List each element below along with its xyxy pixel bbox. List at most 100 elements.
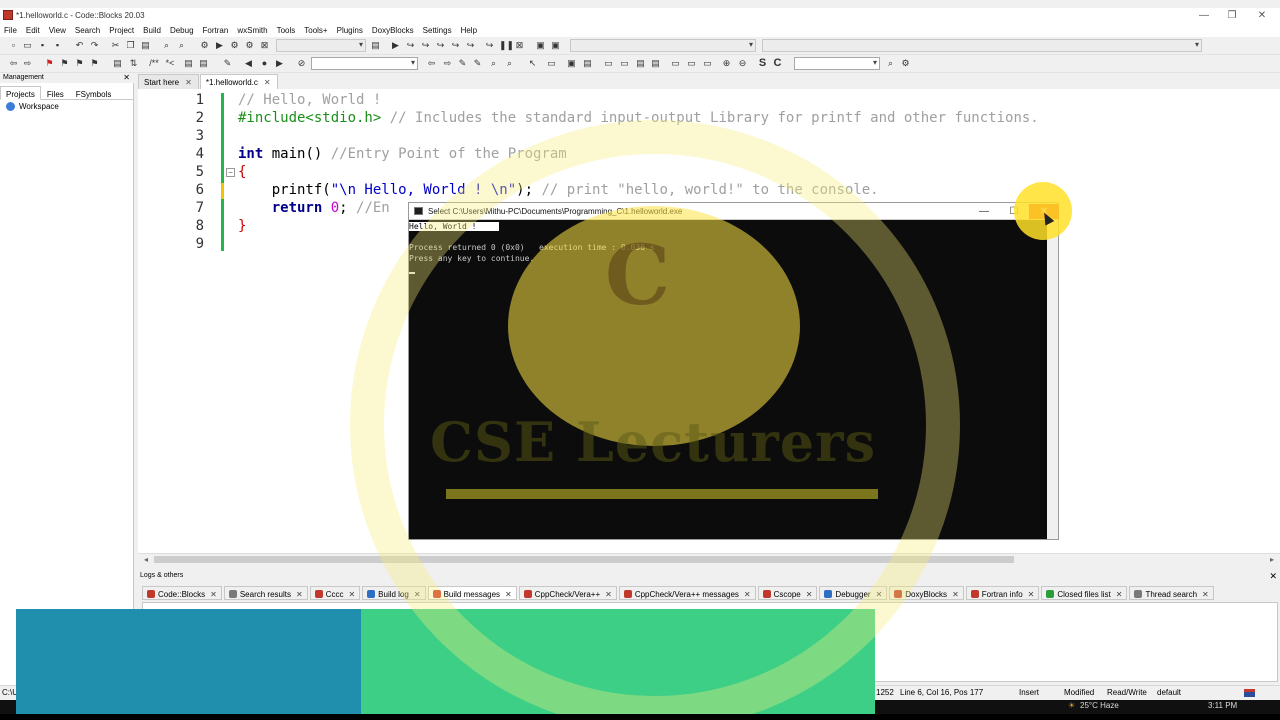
rect-tool-icon[interactable]: ▭ [546,58,557,69]
dot-icon[interactable]: ✎ [222,58,233,69]
rebuild-icon[interactable]: ⚙ [244,40,255,51]
symbol-search-combo[interactable] [311,57,418,70]
tab-close-icon[interactable]: ✕ [1202,590,1209,599]
code-completion-scope-combo[interactable] [570,39,756,52]
zoom-combo[interactable] [794,57,880,70]
step-into-instruction-icon[interactable]: ↪ [484,40,495,51]
menu-wxsmith[interactable]: wxSmith [237,26,267,35]
bookmark-prev-icon[interactable]: ⚑ [59,58,70,69]
tab-close-icon[interactable]: ✕ [348,590,355,599]
next-instruction-icon[interactable]: ↪ [465,40,476,51]
tab-start-here[interactable]: Start here ✕ [138,74,199,89]
pause-icon[interactable]: ❚❚ [499,40,514,51]
prev-bookmark-icon[interactable]: ◀ [243,58,254,69]
log-tab-codeblocks[interactable]: Code::Blocks ✕ [142,586,222,600]
log-tab-cccc[interactable]: Cccc ✕ [309,586,361,600]
c-button[interactable]: C [772,58,783,69]
doxy-extract-icon[interactable]: ▤ [198,58,209,69]
tab-close-icon[interactable]: ✕ [1028,590,1035,599]
back-icon[interactable]: ⇦ [8,58,19,69]
save-icon[interactable]: ▪ [37,40,48,51]
search-icon[interactable]: ⌕ [885,58,896,69]
zoom-in-icon[interactable]: ⊕ [721,58,732,69]
tab-close-icon[interactable]: ✕ [210,590,217,599]
menu-settings[interactable]: Settings [423,26,452,35]
layout-3-icon[interactable]: ▤ [635,58,646,69]
jump-back-icon[interactable]: ▤ [112,58,123,69]
jump-forward-icon[interactable]: ⇅ [128,58,139,69]
record-icon[interactable]: ● [259,58,270,69]
menu-project[interactable]: Project [109,26,134,35]
code-completion-function-combo[interactable] [762,39,1202,52]
menu-fortran[interactable]: Fortran [203,26,229,35]
menu-view[interactable]: View [49,26,66,35]
scroll-left-icon[interactable]: ◂ [144,554,148,565]
comment-block-button[interactable]: /** [147,58,161,69]
menu-search[interactable]: Search [75,26,100,35]
layout-2-icon[interactable]: ▭ [619,58,630,69]
build-run-icon[interactable]: ⚙ [229,40,240,51]
console-scrollbar[interactable] [1047,220,1058,539]
play-macro-icon[interactable]: ▶ [274,58,285,69]
undo-icon[interactable]: ↶ [74,40,85,51]
tab-close-icon[interactable]: ✕ [296,590,303,599]
step-out-icon[interactable]: ↪ [450,40,461,51]
doxy-config-icon[interactable]: ▤ [183,58,194,69]
cut-icon[interactable]: ✂ [110,40,121,51]
tab-close-icon[interactable]: ✕ [952,590,959,599]
menu-tools[interactable]: Tools [277,26,296,35]
workspace-node[interactable]: Workspace [6,102,59,111]
zoom-out-icon[interactable]: ⊖ [737,58,748,69]
list-tool-icon[interactable]: ▤ [582,58,593,69]
run-icon[interactable]: ▶ [214,40,225,51]
step-into-icon[interactable]: ↪ [435,40,446,51]
bookmark-next-icon[interactable]: ⚑ [74,58,85,69]
copy-icon[interactable]: ❐ [125,40,136,51]
build-icon[interactable]: ⚙ [199,40,210,51]
show-target-icon[interactable]: ▤ [370,40,381,51]
maximize-button[interactable]: ❐ [1220,9,1244,23]
log-tab-closed-files[interactable]: Closed files list ✕ [1041,586,1128,600]
menu-tools-plus[interactable]: Tools+ [304,26,327,35]
log-tab-search-results[interactable]: Search results ✕ [223,586,308,600]
find-prev-icon[interactable]: ⇦ [426,58,437,69]
tab-close-icon[interactable]: ✕ [1116,590,1123,599]
open-icon[interactable]: ▭ [22,40,33,51]
match-case-icon[interactable]: ⌕ [504,58,515,69]
menu-debug[interactable]: Debug [170,26,194,35]
redo-icon[interactable]: ↷ [89,40,100,51]
layout-1-icon[interactable]: ▭ [603,58,614,69]
layout-6-icon[interactable]: ▭ [686,58,697,69]
close-button[interactable]: ✕ [1250,9,1274,23]
menu-doxyblocks[interactable]: DoxyBlocks [372,26,414,35]
symbol-search-icon[interactable]: ⊘ [296,58,307,69]
settings-icon[interactable]: ⚙ [900,58,911,69]
log-tab-thread-search[interactable]: Thread search ✕ [1129,586,1214,600]
s-button[interactable]: S [757,58,768,69]
debug-icon[interactable]: ▶ [390,40,401,51]
run-to-cursor-icon[interactable]: ↪ [405,40,416,51]
menu-file[interactable]: File [4,26,17,35]
next-line-icon[interactable]: ↪ [420,40,431,51]
comment-line-button[interactable]: *< [164,58,176,69]
tab-fsymbols[interactable]: FSymbols [70,86,118,100]
replace-icon[interactable]: ⌕ [176,40,187,51]
minimize-button[interactable]: — [1192,9,1216,23]
forward-icon[interactable]: ⇨ [22,58,33,69]
abort-icon[interactable]: ⊠ [259,40,270,51]
build-target-combo[interactable] [276,39,366,52]
menu-help[interactable]: Help [461,26,477,35]
spell-icon[interactable]: ✎ [472,58,483,69]
new-file-icon[interactable]: ▫ [8,40,19,51]
stop-debug-icon[interactable]: ⊠ [514,40,525,51]
tab-files[interactable]: Files [41,86,70,100]
tab-close-icon[interactable]: ✕ [185,78,192,87]
find-next-icon[interactable]: ⇨ [442,58,453,69]
image-tool-icon[interactable]: ▣ [566,58,577,69]
select-pointer-icon[interactable]: ↖ [527,58,538,69]
find-match-icon[interactable]: ⌕ [488,58,499,69]
tab-projects[interactable]: Projects [0,86,41,100]
logs-close-icon[interactable]: ✕ [1269,571,1277,582]
menu-build[interactable]: Build [143,26,161,35]
layout-7-icon[interactable]: ▭ [702,58,713,69]
